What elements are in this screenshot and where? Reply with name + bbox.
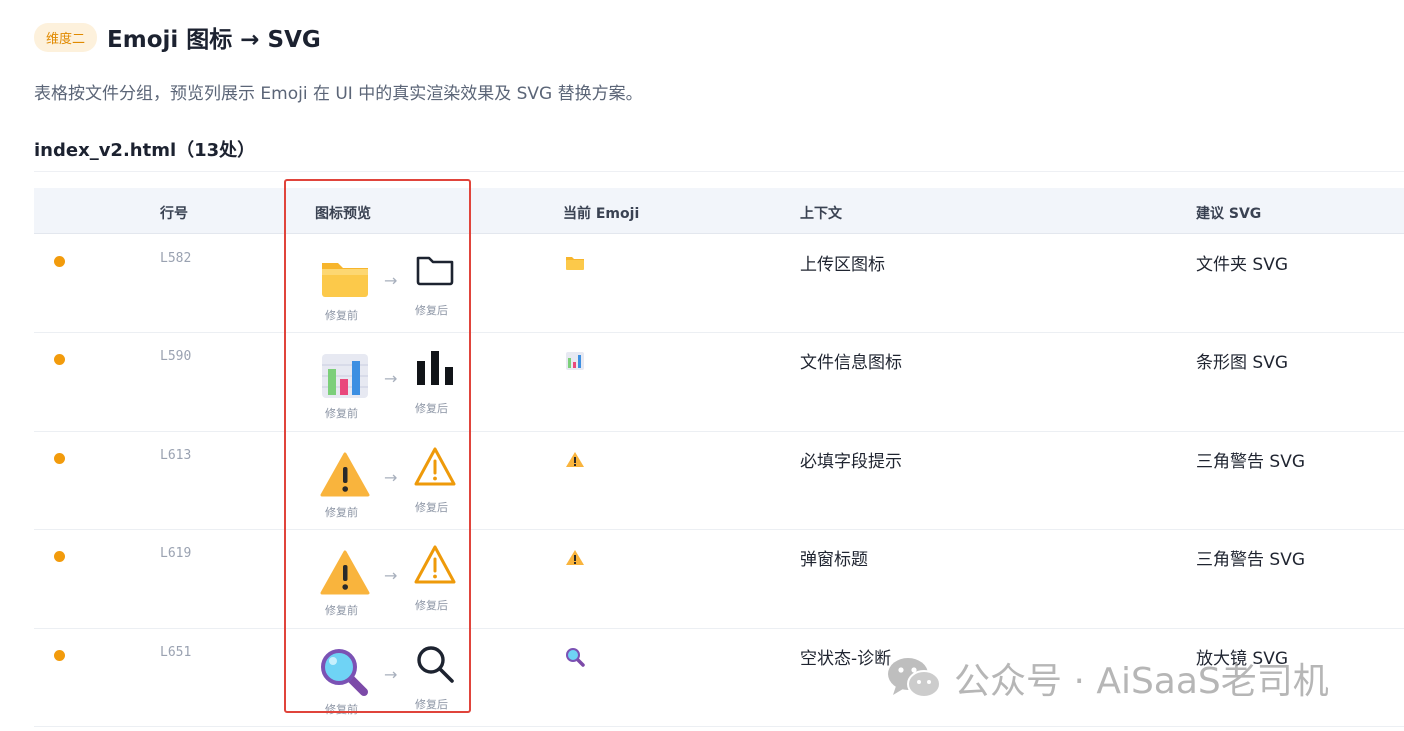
bar-chart-emoji-icon — [322, 354, 368, 398]
line-number: L590 — [160, 349, 192, 364]
caption-before: 修复前 — [325, 407, 358, 420]
caption-before: 修复前 — [325, 506, 358, 519]
suggested-svg-text: 条形图 SVG — [1196, 353, 1288, 373]
wechat-icon — [888, 658, 941, 698]
magnifier-emoji-icon — [321, 649, 368, 696]
status-dot — [54, 256, 65, 267]
warning-icon — [414, 545, 456, 584]
section-divider — [34, 171, 1404, 172]
column-header-line: 行号 — [160, 206, 188, 222]
warning-emoji-small-icon — [566, 550, 584, 565]
transform-arrow: → — [384, 665, 398, 684]
context-text: 弹窗标题 — [800, 550, 868, 570]
watermark: 公众号 · AiSaaS老司机 — [886, 652, 1329, 704]
table-header: 行号 图标预览 当前 Emoji 上下文 建议 SVG — [34, 188, 1404, 234]
column-header-emoji: 当前 Emoji — [563, 206, 640, 222]
table-row: L582 → 修复前 修复后 上传区图标 文件夹 SVG — [34, 235, 1404, 333]
folder-icon — [416, 256, 454, 286]
caption-before: 修复前 — [325, 604, 358, 617]
caption-after: 修复后 — [415, 599, 448, 612]
suggested-svg-text: 三角警告 SVG — [1196, 550, 1305, 570]
bar-chart-icon — [417, 351, 453, 385]
transform-arrow: → — [384, 369, 398, 388]
column-header-context: 上下文 — [800, 206, 842, 222]
caption-before: 修复前 — [325, 309, 358, 322]
page-header: 维度二 Emoji 图标 → SVG — [34, 20, 321, 54]
suggested-svg-text: 文件夹 SVG — [1196, 255, 1288, 275]
status-dot — [54, 650, 65, 661]
section-title: index_v2.html（13处） — [34, 140, 256, 161]
transform-arrow: → — [384, 271, 398, 290]
context-text: 必填字段提示 — [800, 452, 902, 472]
transform-arrow: → — [384, 566, 398, 585]
column-header-svg: 建议 SVG — [1196, 206, 1262, 222]
magnifier-emoji-small-icon — [566, 648, 585, 667]
line-number: L613 — [160, 448, 192, 463]
caption-after: 修复后 — [415, 501, 448, 514]
transform-arrow: → — [384, 468, 398, 487]
page-title: Emoji 图标 → SVG — [107, 27, 321, 53]
context-text: 文件信息图标 — [800, 353, 902, 373]
warning-icon — [414, 447, 456, 486]
column-header-preview: 图标预览 — [315, 206, 371, 222]
caption-after: 修复后 — [415, 402, 448, 415]
context-text: 上传区图标 — [800, 255, 885, 275]
status-dot — [54, 551, 65, 562]
folder-emoji-icon — [322, 263, 368, 297]
status-dot — [54, 354, 65, 365]
magnifier-icon — [417, 646, 454, 683]
warning-emoji-icon — [320, 452, 370, 497]
caption-after: 修复后 — [415, 698, 448, 711]
caption-before: 修复前 — [325, 703, 358, 716]
folder-emoji-small-icon — [566, 257, 584, 270]
caption-after: 修复后 — [415, 304, 448, 317]
warning-emoji-icon — [320, 550, 370, 595]
dimension-badge: 维度二 — [34, 22, 98, 52]
context-text: 空状态-诊断 — [800, 649, 892, 669]
line-number: L651 — [160, 645, 192, 660]
line-number: L582 — [160, 251, 192, 266]
table-row: L590 → 修复前 修复后 文件信息图标 条形图 SVG — [34, 333, 1404, 432]
table-row: L619 → 修复前 修复后 弹窗标题 三角警告 SVG — [34, 530, 1404, 629]
status-dot — [54, 453, 65, 464]
warning-emoji-small-icon — [566, 452, 584, 467]
line-number: L619 — [160, 546, 192, 561]
suggested-svg-text: 三角警告 SVG — [1196, 452, 1305, 472]
table-row: L613 → 修复前 修复后 必填字段提示 三角警告 SVG — [34, 432, 1404, 530]
page-description: 表格按文件分组，预览列展示 Emoji 在 UI 中的真实渲染效果及 SVG 替… — [34, 84, 643, 104]
watermark-text: 公众号 · AiSaaS老司机 — [954, 661, 1329, 702]
bar-chart-emoji-small-icon — [566, 352, 584, 370]
